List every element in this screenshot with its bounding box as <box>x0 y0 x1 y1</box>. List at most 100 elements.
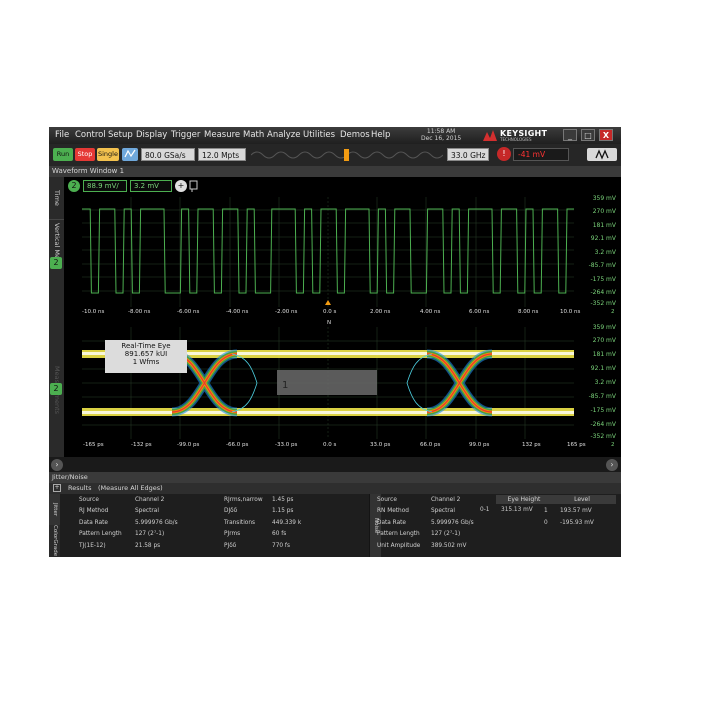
menu-utilities[interactable]: Utilities <box>303 130 335 140</box>
top-time-label: -10.0 ns <box>82 309 105 315</box>
eye-time-label: 0.0 s <box>323 442 337 448</box>
eye-volt-label: 270 mV <box>592 337 616 344</box>
jitter-value: 5.999976 Gb/s <box>135 520 178 526</box>
noise-value: Spectral <box>431 508 455 514</box>
jitter-value: 60 fs <box>272 531 287 537</box>
menu-measure[interactable]: Measure <box>204 130 240 140</box>
channel-2-marker-eye[interactable]: 2 <box>50 383 62 395</box>
top-time-label: 2.00 ns <box>370 309 391 315</box>
eye-info-kui: 891.657 kUI <box>124 350 168 358</box>
jitter-key: Source <box>79 497 99 503</box>
eye-volt-label: 3.2 mV <box>594 379 616 386</box>
top-axis-end: 2 <box>611 309 615 315</box>
menu-control[interactable]: Control <box>75 130 106 140</box>
results-title: Results <box>68 484 92 492</box>
jitter-value: 1.15 ps <box>272 508 294 514</box>
noise-key: Source <box>377 497 397 503</box>
eye-volt-label: -85.7 mV <box>588 393 616 400</box>
sample-rate-field[interactable]: 80.0 GSa/s <box>141 148 195 161</box>
eye-volt-label: 359 mV <box>592 324 616 331</box>
scroll-right-icon[interactable]: › <box>606 459 618 471</box>
top-volt-label: 92.1 mV <box>590 235 616 242</box>
results-subtitle: (Measure All Edges) <box>98 484 163 492</box>
menu-analyze[interactable]: Analyze <box>267 130 301 140</box>
collapse-icon[interactable]: + <box>53 484 61 492</box>
eye-center-marker: N <box>327 320 332 326</box>
top-volt-label: 359 mV <box>592 195 616 202</box>
minimize-button[interactable]: _ <box>563 129 577 141</box>
eye-info-wfms: 1 Wfms <box>132 358 160 366</box>
top-volt-label: -264 mV <box>590 289 616 296</box>
top-volt-label: 270 mV <box>592 208 616 215</box>
bandwidth-field[interactable]: 33.0 GHz <box>447 148 489 161</box>
menu-demos[interactable]: Demos <box>340 130 370 140</box>
eye-volt-label: -264 mV <box>590 421 616 428</box>
waveform-mode-button[interactable] <box>587 148 617 161</box>
single-button[interactable]: Single <box>97 148 119 161</box>
menu-display[interactable]: Display <box>136 130 167 140</box>
jitter-key: TJ(1E-12) <box>79 543 106 549</box>
vertical-scale-field[interactable]: 88.9 mV/ <box>83 180 127 192</box>
tab-time-meas[interactable]: Time Meas <box>49 181 64 215</box>
noise-value: Channel 2 <box>431 497 461 503</box>
level-header: Level <box>548 495 616 504</box>
menu-math[interactable]: Math <box>243 130 264 140</box>
jitter-panel: Jitter ColorGrade Source Channel 2 RJ Me… <box>49 494 369 557</box>
eye-volt-label: 92.1 mV <box>590 365 616 372</box>
maximize-button[interactable]: □ <box>581 129 595 141</box>
horizontal-position-slider[interactable] <box>251 148 443 162</box>
top-time-label: 0.0 s <box>323 309 337 315</box>
level-value: 193.57 mV <box>560 508 592 514</box>
eye-height-value: 315.13 mV <box>501 507 533 513</box>
eye-volt-label: -175 mV <box>590 407 616 414</box>
menu-trigger[interactable]: Trigger <box>171 130 200 140</box>
oscilloscope-app: File Control Setup Display Trigger Measu… <box>49 127 621 557</box>
waveform-icon <box>595 149 609 160</box>
jitter-key: PJrms <box>224 531 241 537</box>
channel-2-icon[interactable]: 2 <box>68 180 80 192</box>
clock: 11:58 AM Dec 16, 2015 <box>421 128 461 142</box>
noise-key: Data Rate <box>377 520 406 526</box>
eye-mask-region[interactable] <box>277 370 377 395</box>
autoscale-icon <box>124 149 136 158</box>
channel-2-marker-top[interactable]: 2 <box>50 257 62 269</box>
menu-file[interactable]: File <box>55 130 69 140</box>
jitter-key: DJδδ <box>224 508 238 514</box>
eye-info-box: Real-Time Eye 891.657 kUI 1 Wfms <box>105 340 187 373</box>
top-time-label: -2.00 ns <box>275 309 298 315</box>
eye-time-label: 132 ps <box>522 442 541 448</box>
top-volt-label: 181 mV <box>592 222 616 229</box>
jitter-key: Pattern Length <box>79 531 122 537</box>
tab-jitter[interactable]: Jitter <box>49 494 60 525</box>
jitter-noise-bar[interactable]: Jitter/Noise <box>49 472 621 483</box>
trigger-position-marker <box>325 300 331 305</box>
menu-setup[interactable]: Setup <box>108 130 133 140</box>
noise-value: 5.999976 Gb/s <box>431 520 474 526</box>
trigger-icon[interactable]: ! <box>497 147 511 161</box>
close-button[interactable]: X <box>599 129 613 141</box>
memory-depth-field[interactable]: 12.0 Mpts <box>198 148 246 161</box>
brand-sub: TECHNOLOGIES <box>500 137 532 142</box>
jitter-key: PJδδ <box>224 543 237 549</box>
trigger-level-field[interactable]: -41 mV <box>513 148 569 161</box>
vertical-offset-field[interactable]: 3.2 mV <box>130 180 172 192</box>
waveform-display[interactable]: 2 88.9 mV/ 3.2 mV + 359 mV 270 mV 181 mV… <box>64 177 621 457</box>
add-measurement-icon[interactable]: + <box>175 180 187 192</box>
level-row: 1 <box>544 508 548 514</box>
run-button[interactable]: Run <box>53 148 73 161</box>
scroll-left-icon[interactable]: › <box>51 459 63 471</box>
tab-color-grade[interactable]: ColorGrade <box>49 525 60 557</box>
noise-key: RN Method <box>377 508 409 514</box>
top-volt-label: 3.2 mV <box>594 249 616 256</box>
menu-help[interactable]: Help <box>371 130 390 140</box>
eye-mask-label: 1 <box>282 380 288 391</box>
top-time-label: 6.00 ns <box>469 309 490 315</box>
marker-drop-icon[interactable] <box>189 180 198 192</box>
eye-info-title: Real-Time Eye <box>121 342 171 350</box>
autoscale-button[interactable] <box>122 148 138 161</box>
eye-time-label: 99.0 ps <box>469 442 490 448</box>
noise-key: Pattern Length <box>377 531 420 537</box>
eye-time-label: 33.0 ps <box>370 442 391 448</box>
stop-button[interactable]: Stop <box>75 148 95 161</box>
noise-key: Unit Amplitude <box>377 543 421 549</box>
